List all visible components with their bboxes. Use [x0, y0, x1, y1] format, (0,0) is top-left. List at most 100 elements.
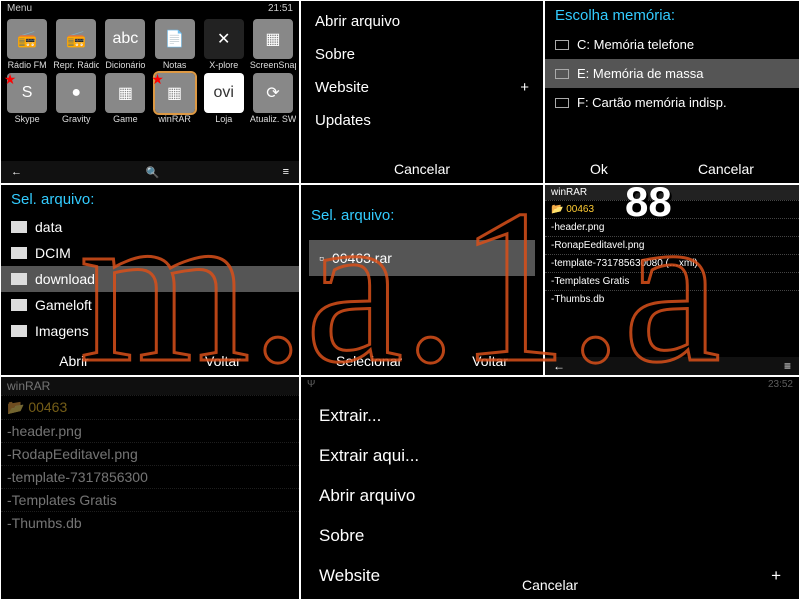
- archive-file: -template-7317856300: [1, 465, 299, 488]
- app-sw-update[interactable]: ⟳Atualiz. SW: [250, 73, 296, 124]
- star-icon: ★: [151, 71, 164, 88]
- back-button[interactable]: ←: [553, 359, 565, 373]
- cancel-button[interactable]: Cancelar: [698, 161, 754, 177]
- folder-gameloft[interactable]: Gameloft: [1, 292, 299, 318]
- menu-open-file[interactable]: Abrir arquivo: [301, 476, 799, 516]
- softkeys: Cancelar: [301, 155, 543, 183]
- select-button[interactable]: Selecionar: [336, 353, 402, 369]
- memory-e[interactable]: E: Memória de massa: [545, 59, 799, 88]
- dialog-title: Escolha memória:: [545, 1, 799, 30]
- folder-data[interactable]: data: [1, 214, 299, 240]
- cancel-button[interactable]: Cancelar: [394, 161, 450, 177]
- app-screensnap[interactable]: ▦ScreenSnap: [250, 19, 296, 70]
- app-repr-radio[interactable]: 📻Repr. Rádio: [53, 19, 99, 70]
- memory-c[interactable]: C: Memória telefone: [545, 30, 799, 59]
- mass-memory-icon: [555, 69, 569, 79]
- phone-memory-icon: [555, 40, 569, 50]
- extract-menu: Extrair... Extrair aqui... Abrir arquivo…: [301, 392, 799, 600]
- options-button[interactable]: ≡: [784, 359, 791, 373]
- softkeys: Abrir Voltar: [1, 347, 299, 375]
- archive-file: -header.png: [1, 419, 299, 442]
- xplore-icon: ✕: [204, 19, 244, 59]
- bottom-bar: ← ≡: [545, 357, 799, 375]
- folder-icon: [11, 247, 27, 259]
- search-button[interactable]: 🔍: [145, 166, 159, 179]
- context-menu: Abrir arquivo Sobre Website+ Updates: [301, 1, 543, 141]
- archive-folder: 📂 00463: [1, 395, 299, 419]
- memory-f[interactable]: F: Cartão memória indisp.: [545, 88, 799, 117]
- bottom-bar: ← 🔍 ≡: [1, 161, 299, 183]
- folder-icon: [11, 221, 27, 233]
- screenshot-app-grid: Menu 21:51 📻Rádio FM 📻Repr. Rádio abcDic…: [0, 0, 300, 184]
- folder-icon: [11, 273, 27, 285]
- archive-file: -Thumbs.db: [1, 511, 299, 534]
- folder-dcim[interactable]: DCIM: [1, 240, 299, 266]
- app-skype[interactable]: ★SSkype: [4, 73, 50, 124]
- menu-extract-here[interactable]: Extrair aqui...: [301, 436, 799, 476]
- gravity-icon: ●: [56, 73, 96, 113]
- screenshot-winrar-dimmed: winRAR 📂 00463 -header.png -RodapEeditav…: [0, 376, 300, 600]
- menu-website[interactable]: Website+: [301, 71, 543, 104]
- archive-file[interactable]: -Thumbs.db: [545, 290, 799, 308]
- menu-extract[interactable]: Extrair...: [301, 396, 799, 436]
- dialog-title: Sel. arquivo:: [1, 185, 299, 214]
- app-notes[interactable]: 📄Notas: [152, 19, 198, 70]
- screenshot-file-browser: Sel. arquivo: data DCIM download Gamelof…: [0, 184, 300, 376]
- file-rar[interactable]: ▫ 00463.rar: [309, 240, 535, 276]
- preview-text: 88: [625, 184, 672, 226]
- archive-file[interactable]: -header.png: [545, 218, 799, 236]
- menu-open-file[interactable]: Abrir arquivo: [301, 5, 543, 38]
- app-game[interactable]: ▦Game: [102, 73, 148, 124]
- archive-file[interactable]: -RonapEeditavel.png: [545, 236, 799, 254]
- card-memory-icon: [555, 98, 569, 108]
- book-icon: abc: [105, 19, 145, 59]
- radio-icon: 📻: [56, 19, 96, 59]
- ok-button[interactable]: Ok: [590, 161, 608, 177]
- open-button[interactable]: Abrir: [59, 353, 89, 369]
- menu-about[interactable]: Sobre: [301, 38, 543, 71]
- status-bar: Menu 21:51: [1, 1, 299, 16]
- signal-icon: Ψ: [307, 379, 315, 390]
- back-button[interactable]: ←: [11, 166, 22, 178]
- screenshot-memory-chooser: Escolha memória: C: Memória telefone E: …: [544, 0, 800, 184]
- star-icon: ★: [4, 71, 17, 88]
- screenshot-select-file: Sel. arquivo: ▫ 00463.rar Selecionar Vol…: [300, 184, 544, 376]
- dialog-title: Sel. arquivo:: [301, 201, 543, 230]
- plus-icon: +: [520, 79, 529, 96]
- app-store[interactable]: oviLoja: [201, 73, 247, 124]
- folder-download[interactable]: download: [1, 266, 299, 292]
- app-grid: 📻Rádio FM 📻Repr. Rádio abcDicionário 📄No…: [1, 16, 299, 127]
- back-button[interactable]: Voltar: [205, 353, 241, 369]
- back-button[interactable]: Voltar: [472, 353, 508, 369]
- clock: 23:52: [768, 379, 793, 390]
- radio-icon: 📻: [7, 19, 47, 59]
- clock: 21:51: [268, 3, 293, 14]
- cancel-button[interactable]: Cancelar: [522, 577, 578, 593]
- softkeys: Cancelar: [301, 571, 799, 599]
- archive-file[interactable]: -Templates Gratis: [545, 272, 799, 290]
- archive-icon: ▫: [319, 250, 324, 266]
- ovi-icon: ovi: [204, 73, 244, 113]
- app-winrar[interactable]: ★▦winRAR: [152, 73, 198, 124]
- app-radio-fm[interactable]: 📻Rádio FM: [4, 19, 50, 70]
- menu-updates[interactable]: Updates: [301, 104, 543, 137]
- menu-label: Menu: [7, 3, 32, 14]
- update-icon: ⟳: [253, 73, 293, 113]
- softkeys: Selecionar Voltar: [301, 347, 543, 375]
- app-xplore[interactable]: ✕X-plore: [201, 19, 247, 70]
- window-title: winRAR: [1, 377, 299, 395]
- archive-folder[interactable]: 📂 00463: [545, 200, 799, 218]
- window-title: winRAR: [545, 185, 799, 200]
- camera-icon: ▦: [253, 19, 293, 59]
- options-button[interactable]: ≡: [283, 166, 289, 178]
- menu-about[interactable]: Sobre: [301, 516, 799, 556]
- screenshot-context-menu: Abrir arquivo Sobre Website+ Updates Can…: [300, 0, 544, 184]
- folder-images[interactable]: Imagens: [1, 318, 299, 344]
- status-bar: Ψ 23:52: [301, 377, 799, 392]
- folder-icon: [11, 299, 27, 311]
- archive-file[interactable]: -template-731785630080 (…xml): [545, 254, 799, 272]
- app-gravity[interactable]: ●Gravity: [53, 73, 99, 124]
- app-dictionary[interactable]: abcDicionário: [102, 19, 148, 70]
- screenshot-extract-menu: Ψ 23:52 Extrair... Extrair aqui... Abrir…: [300, 376, 800, 600]
- grid-icon: ▦: [105, 73, 145, 113]
